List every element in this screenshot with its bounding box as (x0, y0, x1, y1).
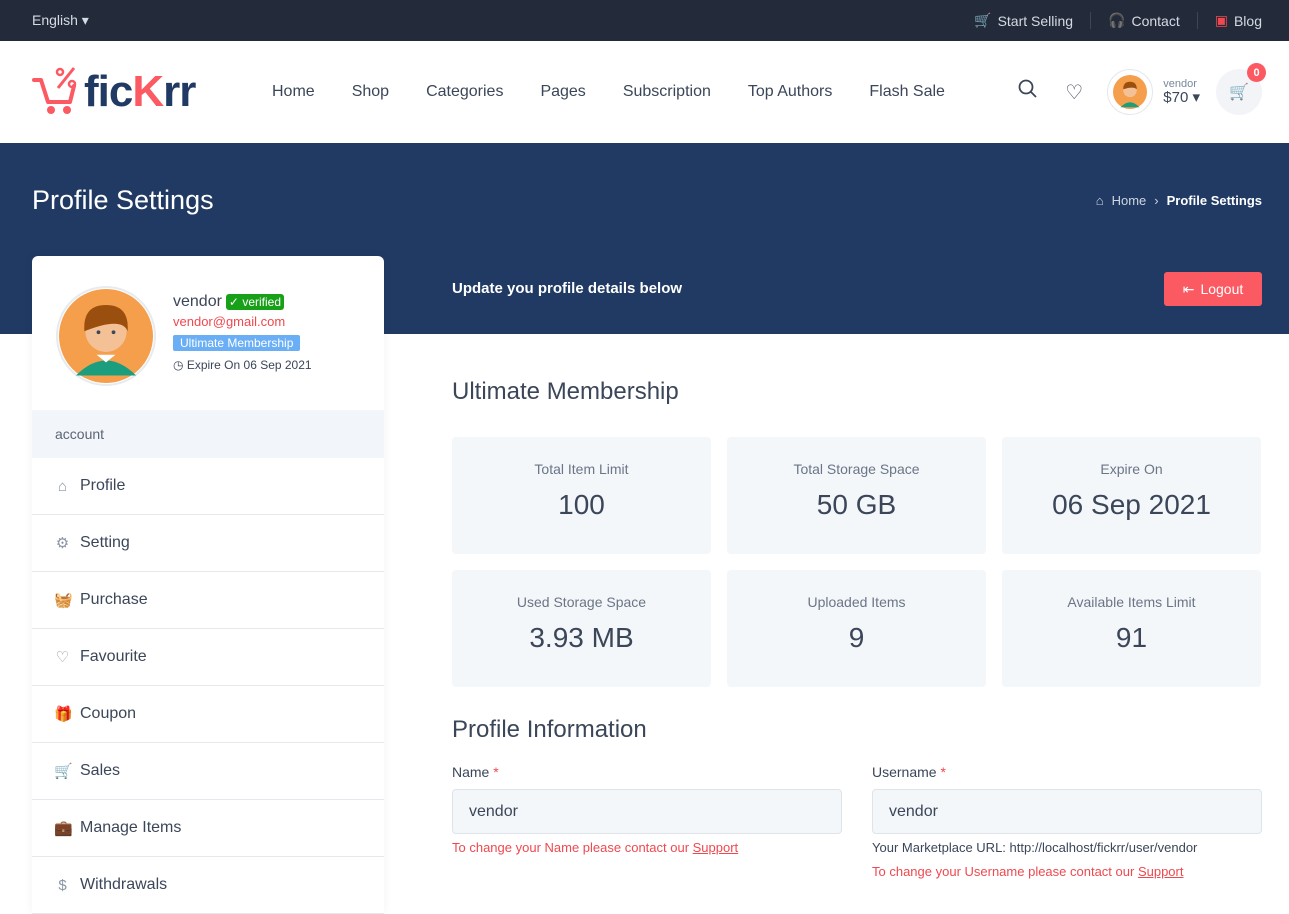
stat-card: Total Storage Space 50 GB (727, 437, 986, 554)
sidebar-item-manage-items[interactable]: 💼 Manage Items (32, 800, 384, 857)
logo-cart-icon (32, 67, 77, 114)
sidebar-item-purchase[interactable]: 🧺 Purchase (32, 572, 384, 629)
chevron-right-icon: › (1154, 193, 1159, 208)
membership-badge: Ultimate Membership (173, 335, 301, 351)
nav-flash-sale[interactable]: Flash Sale (869, 83, 945, 101)
username-input[interactable]: vendor (872, 789, 1262, 834)
stat-card: Expire On 06 Sep 2021 (1002, 437, 1261, 554)
stat-card: Uploaded Items 9 (727, 570, 986, 687)
support-link[interactable]: Support (693, 840, 739, 855)
heart-icon: ♡ (55, 649, 70, 666)
profile-email: vendor@gmail.com (173, 314, 286, 329)
sidebar-section-account: account (32, 410, 384, 458)
stat-card: Available Items Limit 91 (1002, 570, 1261, 687)
sidebar-item-profile[interactable]: ⌂ Profile (32, 458, 384, 515)
home-icon: ⌂ (1095, 193, 1104, 208)
gift-icon: 🎁 (54, 706, 73, 723)
logo[interactable]: fic Krr (32, 66, 272, 118)
headset-icon: 🎧 (1108, 12, 1126, 28)
contact-link[interactable]: 🎧 Contact (1090, 12, 1197, 29)
breadcrumb-home[interactable]: Home (1112, 193, 1147, 208)
marketplace-url: Your Marketplace URL: http://localhost/f… (872, 840, 1198, 855)
username-field-group: Username * vendor Your Marketplace URL: … (872, 764, 1262, 879)
profile-avatar (56, 286, 156, 386)
membership-section: Ultimate Membership Total Item Limit 100 … (452, 378, 1262, 687)
cart-icon: 🛒 (54, 763, 73, 780)
sidebar-item-withdrawals[interactable]: $ Withdrawals (32, 857, 384, 914)
briefcase-icon: 💼 (54, 820, 73, 837)
logout-button[interactable]: ⇤ Logout (1164, 272, 1262, 306)
blog-link[interactable]: ▣ Blog (1196, 12, 1262, 29)
page-title: Profile Settings (32, 185, 214, 215)
sidebar-item-coupon[interactable]: 🎁 Coupon (32, 686, 384, 743)
cart-count-badge: 0 (1247, 63, 1266, 82)
nav-home[interactable]: Home (272, 83, 315, 101)
image-icon: ▣ (1214, 12, 1228, 28)
profile-card: vendor ✓ verified vendor@gmail.com Ultima… (32, 256, 384, 410)
dollar-icon: $ (58, 876, 67, 894)
nav-categories[interactable]: Categories (426, 83, 503, 101)
nav-top-authors[interactable]: Top Authors (748, 83, 833, 101)
heart-icon[interactable]: ♡ (1051, 80, 1097, 105)
clock-icon: ◷ (173, 358, 184, 372)
stat-card: Used Storage Space 3.93 MB (452, 570, 711, 687)
start-selling-link[interactable]: 🛒 Start Selling (957, 12, 1090, 29)
sidebar-item-favourite[interactable]: ♡ Favourite (32, 629, 384, 686)
cart-icon: 🛒 (974, 12, 992, 28)
profile-info-title: Profile Information (452, 716, 647, 743)
home-icon: ⌂ (57, 477, 68, 495)
verified-badge: ✓ verified (225, 294, 284, 310)
wallet-dropdown[interactable]: vendor $70 ▾ (1163, 78, 1200, 107)
nav-subscription[interactable]: Subscription (623, 83, 711, 101)
basket-icon: 🧺 (54, 592, 73, 609)
main-nav: Home Shop Categories Pages Subscription … (272, 83, 945, 101)
banner-subtitle: Update you profile details below (452, 280, 683, 297)
nav-shop[interactable]: Shop (352, 83, 389, 101)
sidebar-item-setting[interactable]: ⚙ Setting (32, 515, 384, 572)
logout-icon: ⇤ (1182, 280, 1195, 297)
header: fic Krr Home Shop Categories Pages Subscr… (0, 41, 1289, 143)
top-bar: English ▾ 🛒 Start Selling 🎧 Contact ▣ Blog (0, 0, 1289, 41)
name-field-group: Name * vendor To change your Name please… (452, 764, 842, 855)
language-select[interactable]: English ▾ (32, 12, 89, 29)
name-input[interactable]: vendor (452, 789, 842, 834)
user-avatar[interactable] (1107, 69, 1154, 115)
stat-card: Total Item Limit 100 (452, 437, 711, 554)
support-link[interactable]: Support (1138, 864, 1184, 879)
cart-button[interactable]: 🛒 0 (1216, 63, 1266, 115)
gear-icon: ⚙ (55, 535, 70, 552)
sidebar-item-sales[interactable]: 🛒 Sales (32, 743, 384, 800)
membership-title: Ultimate Membership (452, 378, 679, 405)
search-icon[interactable] (1005, 79, 1051, 105)
cart-icon: 🛒 (1229, 84, 1249, 101)
breadcrumb: ⌂ Home › Profile Settings (1095, 193, 1262, 208)
nav-pages[interactable]: Pages (540, 83, 585, 101)
profile-sidebar: vendor ✓ verified vendor@gmail.com Ultima… (32, 256, 384, 914)
